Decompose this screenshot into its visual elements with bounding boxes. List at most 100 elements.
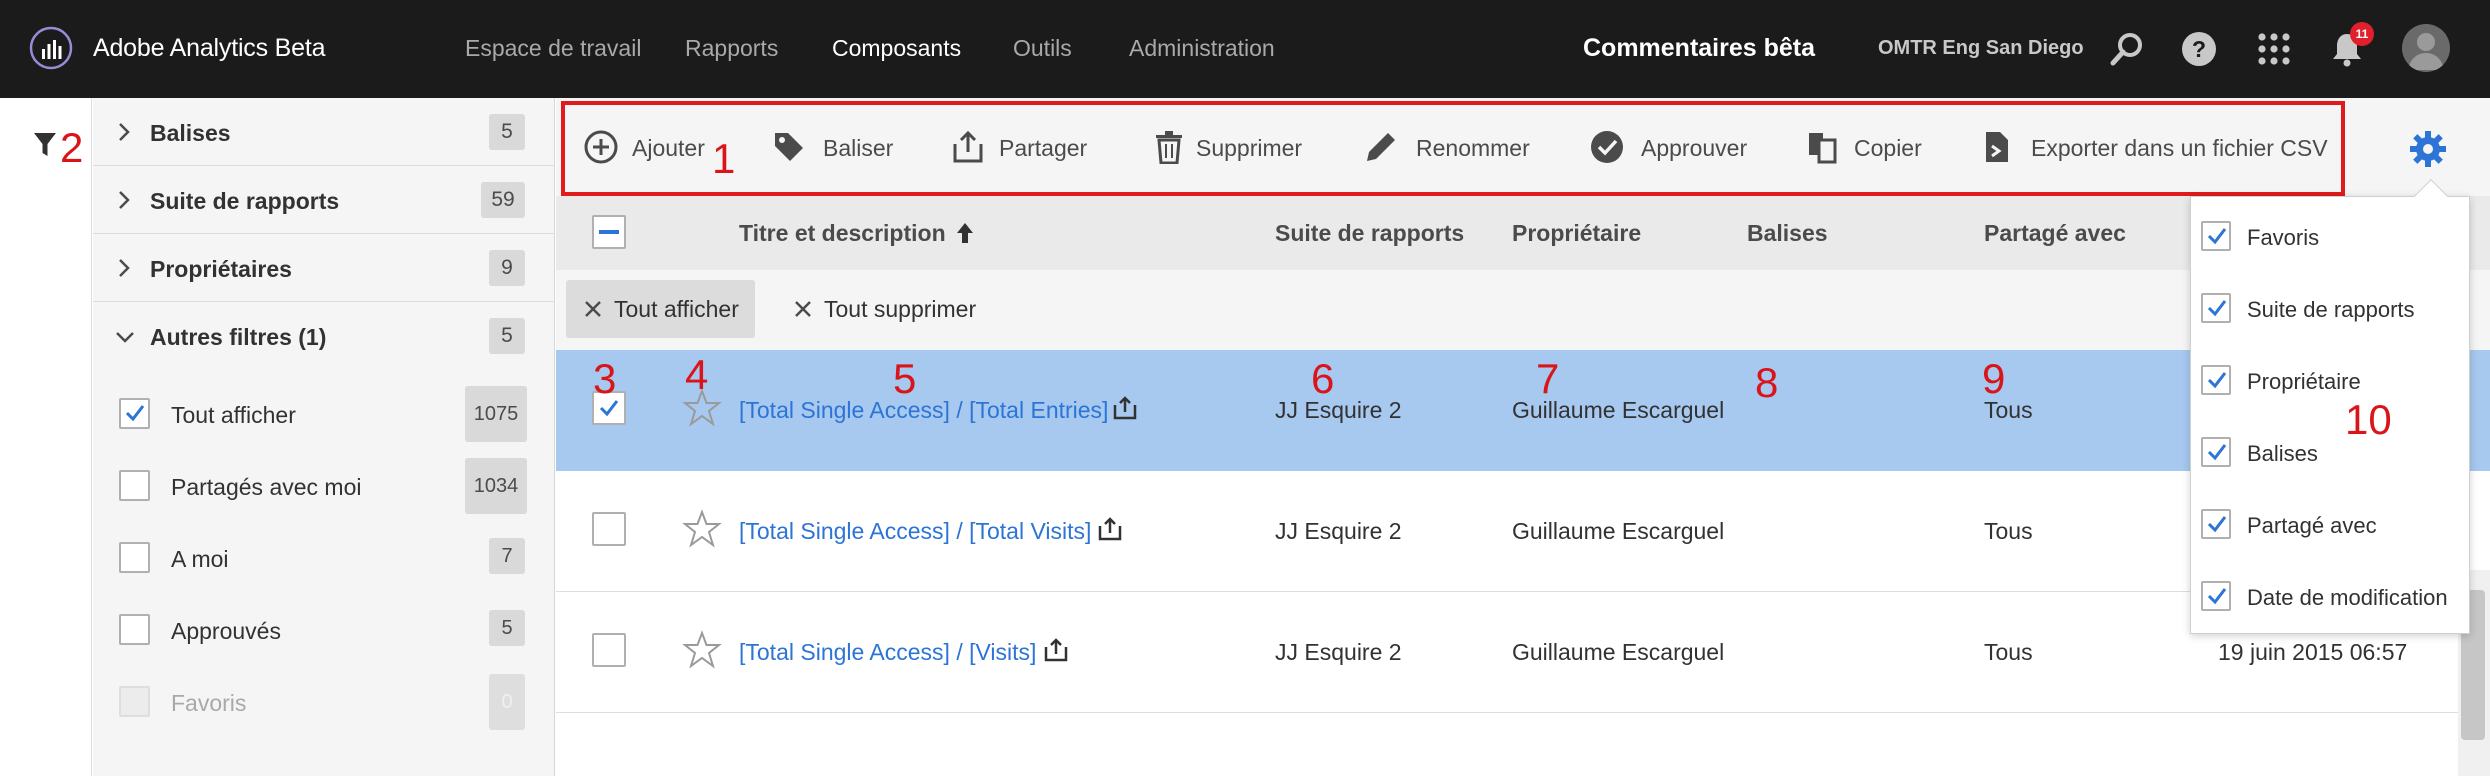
checkbox[interactable] [2201, 365, 2231, 395]
facet-label: Suite de rapports [150, 188, 340, 214]
filter-option-count: 1075 [465, 386, 527, 442]
search-icon[interactable] [2108, 30, 2146, 68]
filter-funnel-icon[interactable] [33, 132, 57, 158]
filter-option-label: Favoris [171, 690, 247, 716]
facet-other-filters[interactable]: Autres filtres (1) 5 [93, 302, 555, 370]
pencil-icon [1367, 133, 1395, 161]
callout-number: 3 [593, 355, 617, 402]
callout-number: 6 [1311, 355, 1335, 402]
shared-icon [1113, 396, 1137, 420]
button-label: Copier [1854, 135, 1922, 161]
row-checkbox[interactable] [592, 633, 626, 667]
button-label: Exporter dans un fichier CSV [2031, 135, 2328, 161]
filter-rail [0, 98, 92, 776]
user-avatar[interactable] [2402, 24, 2450, 72]
beta-feedback-link[interactable]: Commentaires bêta [1583, 34, 1815, 63]
column-option-tags[interactable]: Balises [2201, 421, 2469, 479]
apps-grid-icon[interactable] [2255, 30, 2293, 68]
nav-workspace[interactable]: Espace de travail [465, 35, 641, 62]
column-option-label: Suite de rapports [2247, 297, 2415, 322]
filter-option-count: 7 [489, 538, 525, 574]
facet-label: Propriétaires [150, 256, 292, 282]
filter-option-count: 0 [489, 674, 525, 730]
filter-option-label: Approuvés [171, 618, 281, 644]
column-option-label: Favoris [2247, 225, 2320, 250]
sort-ascending-icon [957, 223, 974, 243]
filter-option-shared-with-me[interactable]: Partagés avec moi 1034 [119, 450, 555, 522]
column-header-report-suite[interactable]: Suite de rapports [1275, 220, 1464, 247]
button-label: Approuver [1641, 135, 1748, 161]
callout-number: 1 [712, 135, 736, 182]
checkbox[interactable] [2201, 221, 2231, 251]
checkmark-icon [2207, 588, 2227, 605]
component-title-link[interactable]: [Total Single Access] / [Total Visits] [739, 518, 1091, 545]
column-option-modified-date[interactable]: Date de modification [2201, 565, 2469, 623]
favorite-star-icon[interactable] [682, 509, 722, 549]
app-title[interactable]: Adobe Analytics Beta [93, 34, 325, 63]
checkbox[interactable] [119, 542, 150, 573]
notification-count-badge: 11 [2350, 22, 2374, 46]
column-header-label: Titre et description [739, 220, 946, 246]
column-header-owner[interactable]: Propriétaire [1512, 220, 1641, 247]
nav-reports[interactable]: Rapports [685, 35, 778, 62]
report-suite-cell: JJ Esquire 2 [1275, 639, 1402, 665]
checkbox[interactable] [2201, 437, 2231, 467]
organization-switcher[interactable]: OMTR Eng San Diego [1878, 37, 2084, 60]
facet-label: Balises [150, 120, 231, 146]
checkbox[interactable] [2201, 509, 2231, 539]
filter-option-favorites: Favoris 0 [119, 666, 555, 738]
checkbox[interactable] [2201, 581, 2231, 611]
chevron-down-icon [116, 332, 134, 343]
checkbox[interactable] [119, 470, 150, 501]
adobe-analytics-logo-icon[interactable] [28, 25, 74, 71]
button-label: Renommer [1416, 135, 1530, 161]
gear-icon[interactable] [2408, 129, 2448, 169]
callout-number: 8 [1755, 359, 1779, 406]
filter-option-approved[interactable]: Approuvés 5 [119, 594, 555, 666]
chevron-right-icon [119, 123, 130, 141]
checkmark-icon [125, 405, 145, 422]
facet-owners[interactable]: Propriétaires 9 [93, 234, 555, 302]
row-checkbox[interactable] [592, 512, 626, 546]
clear-all-chip[interactable]: Tout supprimer [776, 280, 992, 338]
checkbox[interactable] [119, 398, 150, 429]
callout-number: 10 [2345, 396, 2392, 443]
component-title-link[interactable]: [Total Single Access] / [Total Entries] [739, 397, 1108, 424]
nav-tools[interactable]: Outils [1013, 35, 1072, 62]
checkbox[interactable] [2201, 293, 2231, 323]
owner-cell: Guillaume Escarguel [1512, 518, 1725, 544]
component-title-link[interactable]: [Total Single Access] / [Visits] [739, 639, 1036, 666]
checkmark-icon [2207, 228, 2227, 245]
show-all-chip[interactable]: Tout afficher [566, 280, 755, 338]
column-option-favorites[interactable]: Favoris [2201, 205, 2469, 263]
chevron-right-icon [119, 259, 130, 277]
filter-option-count: 1034 [465, 458, 527, 514]
column-picker-popover: Favoris Suite de rapports Propriétaire B… [2190, 179, 2470, 634]
facet-count: 59 [481, 182, 525, 218]
facet-count: 9 [489, 250, 525, 286]
facet-report-suite[interactable]: Suite de rapports 59 [93, 166, 555, 234]
shared-with-cell: Tous [1984, 518, 2033, 544]
column-option-label: Balises [2247, 441, 2318, 466]
column-header-tags[interactable]: Balises [1747, 220, 1828, 247]
nav-administration[interactable]: Administration [1129, 35, 1275, 62]
export-file-icon [1986, 132, 2008, 162]
filter-option-label: Partagés avec moi [171, 474, 362, 500]
callout-number: 5 [893, 355, 917, 402]
facet-tags[interactable]: Balises 5 [93, 98, 555, 166]
filter-option-mine[interactable]: A moi 7 [119, 522, 555, 594]
column-header-title[interactable]: Titre et description [739, 220, 974, 247]
column-header-shared-with[interactable]: Partagé avec [1984, 220, 2126, 247]
nav-components[interactable]: Composants [832, 35, 961, 62]
column-option-owner[interactable]: Propriétaire [2201, 349, 2469, 407]
filter-option-show-all[interactable]: Tout afficher 1075 [119, 378, 555, 450]
tag-icon [775, 133, 803, 161]
column-option-report-suite[interactable]: Suite de rapports [2201, 277, 2469, 335]
help-icon[interactable]: ? [2180, 30, 2218, 68]
favorite-star-icon[interactable] [682, 630, 722, 670]
column-option-shared-with[interactable]: Partagé avec [2201, 493, 2469, 551]
checkbox[interactable] [119, 614, 150, 645]
select-all-checkbox[interactable] [592, 215, 626, 249]
trash-icon [1156, 131, 1182, 164]
action-toolbar: Ajouter Baliser Partager Supprimer Renom… [556, 98, 2490, 196]
